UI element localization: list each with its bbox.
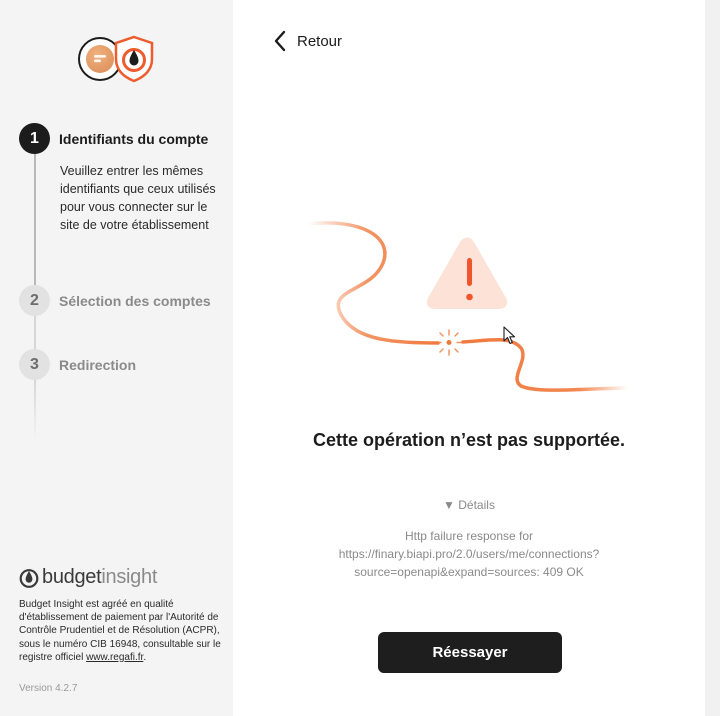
step-2-number: 2 xyxy=(19,285,50,316)
mouse-cursor-icon xyxy=(503,326,516,345)
brand-wordmark: budgetinsight xyxy=(42,566,158,588)
retry-button[interactable]: Réessayer xyxy=(378,632,562,673)
back-label: Retour xyxy=(297,32,343,50)
step-1-title: Identifiants du compte xyxy=(59,131,209,147)
details-toggle[interactable]: ▼ Détails xyxy=(233,498,705,512)
sidebar: 1 Identifiants du compte Veuillez entrer… xyxy=(0,0,233,716)
step-connector xyxy=(34,316,36,349)
chevron-left-icon xyxy=(274,30,286,52)
back-button[interactable]: Retour xyxy=(273,30,342,52)
version-label: Version 4.2.7 xyxy=(19,683,78,694)
budget-insight-icon xyxy=(19,568,39,588)
legal-notice: Budget Insight est agréé en qualité d'ét… xyxy=(19,599,221,663)
step-1-number: 1 xyxy=(19,123,50,154)
broken-connection-illustration xyxy=(306,221,630,392)
step-3-number: 3 xyxy=(19,349,50,380)
regafi-link[interactable]: www.regafi.fr xyxy=(86,652,143,663)
step-1-description: Veuillez entrer les mêmes identifiants q… xyxy=(60,164,216,232)
budget-insight-logo xyxy=(114,35,154,83)
budget-insight-brand: budgetinsight xyxy=(19,566,157,589)
window-edge xyxy=(705,0,720,716)
step-connector xyxy=(34,380,36,440)
error-details: Http failure response for https://finary… xyxy=(338,529,600,579)
step-3-title: Redirection xyxy=(59,357,137,373)
step-2-title: Sélection des comptes xyxy=(59,293,211,309)
main-panel: Retour Cette opération n’est pas support… xyxy=(233,0,705,716)
warning-icon xyxy=(426,237,508,309)
error-title: Cette opération n’est pas supportée. xyxy=(312,430,626,450)
step-connector xyxy=(34,154,36,286)
partner-logos xyxy=(78,35,158,83)
